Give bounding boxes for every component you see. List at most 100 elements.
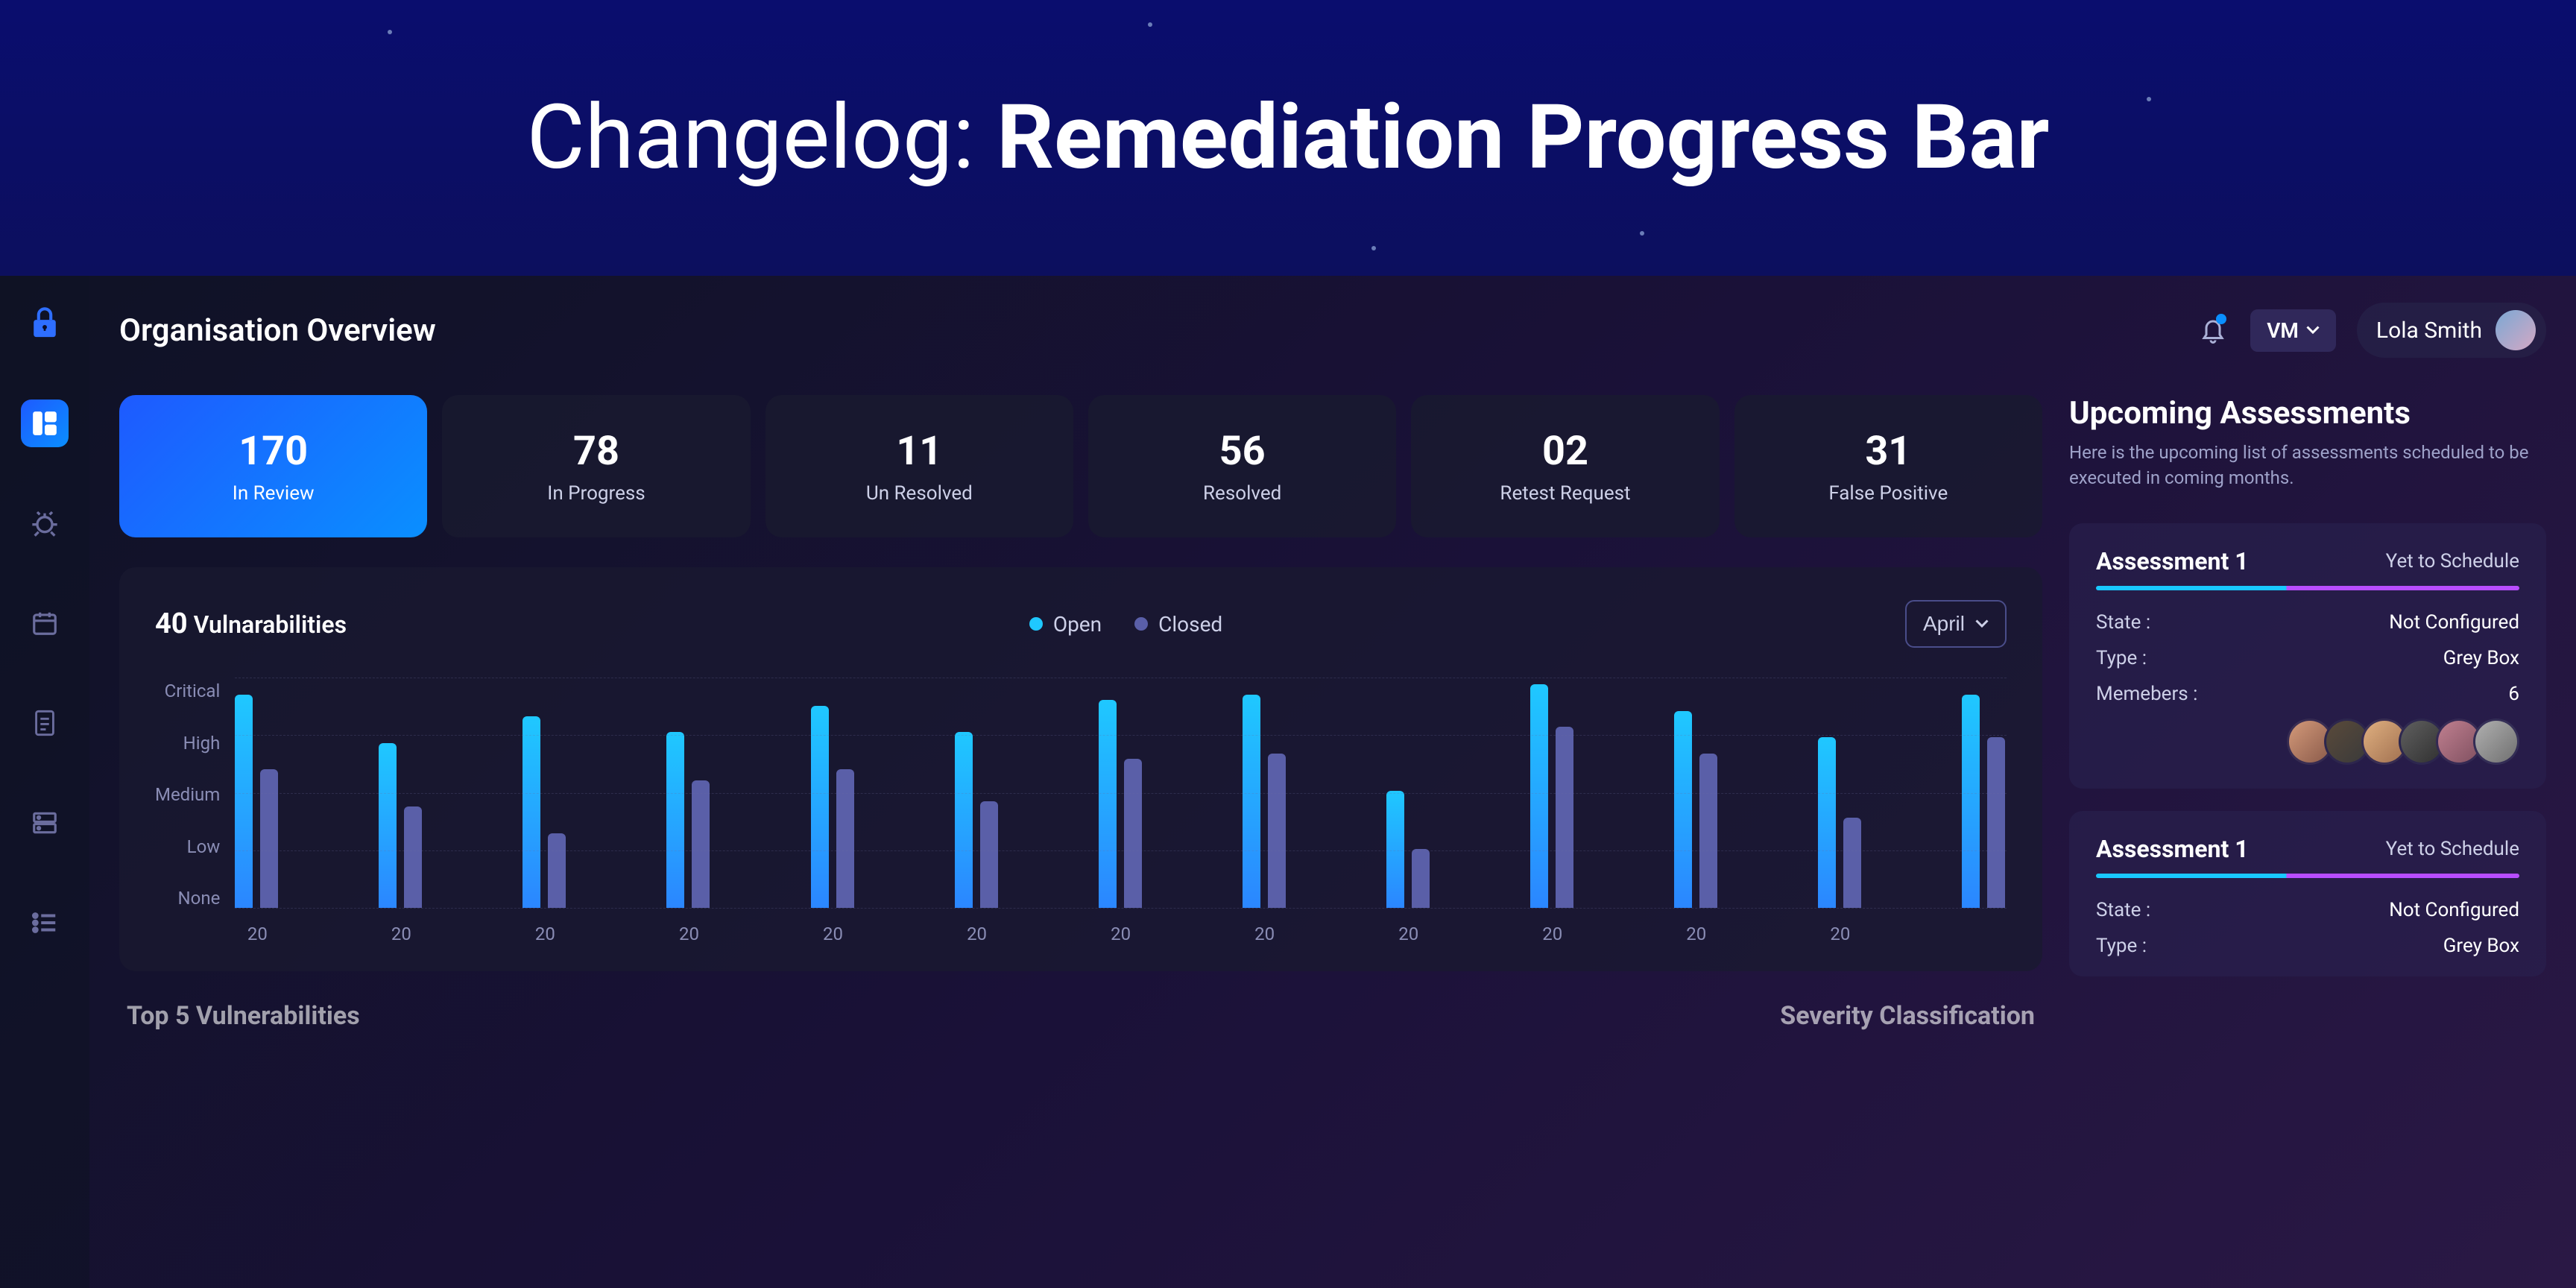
x-label: 20 [811,924,856,944]
chart-x-axis: 202020202020202020202020 [235,924,2007,944]
avatar [2496,310,2536,350]
assessment-status: Yet to Schedule [2386,838,2519,860]
bar-group [235,695,280,908]
bottom-section-titles: Top 5 Vulnerabilities Severity Classific… [119,1001,2042,1031]
bar-group [1099,700,1143,908]
type-value: Grey Box [2443,647,2519,669]
members-label: Memebers : [2096,683,2197,705]
server-icon[interactable] [21,799,69,847]
topbar: Organisation Overview VM Lola Smith [119,303,2546,358]
user-menu[interactable]: Lola Smith [2357,303,2546,358]
bar-group [1674,711,1719,908]
sidebar [0,276,89,1288]
assessment-name: Assessment 1 [2096,547,2249,575]
stat-card[interactable]: 31False Positive [1734,395,2042,537]
chart-legend: Open Closed [1029,612,1222,637]
x-label: 20 [1674,924,1719,944]
state-label: State : [2096,899,2150,921]
stat-card[interactable]: 170 In Review [119,395,427,537]
vm-selector[interactable]: VM [2250,309,2336,352]
bar-open [1243,695,1260,908]
bar-open [379,743,397,908]
chart-y-axis: CriticalHighMediumLowNone [155,678,220,909]
bar-open [1386,791,1404,908]
type-label: Type : [2096,935,2147,957]
stat-value: 02 [1418,428,1711,475]
stat-value: 31 [1742,428,2035,475]
chart-bars [235,678,2007,909]
bell-icon[interactable] [2197,314,2229,347]
severity-title: Severity Classification [1780,1001,2035,1031]
main-content: Organisation Overview VM Lola Smith 170 I… [89,276,2576,1288]
bar-open [955,732,973,908]
bar-closed [1987,737,2005,908]
members-value: 6 [2508,683,2519,705]
assessment-progress-bar [2096,586,2519,590]
bug-icon[interactable] [21,499,69,547]
bar-open [1099,700,1117,908]
x-label: 20 [1099,924,1143,944]
x-label: 20 [1530,924,1575,944]
bar-group [666,732,711,908]
x-label: 20 [379,924,423,944]
chevron-down-icon [2306,326,2320,335]
bar-group [523,716,567,908]
calendar-icon[interactable] [21,599,69,647]
upcoming-subtitle: Here is the upcoming list of assessments… [2069,441,2546,490]
stat-card[interactable]: 78 In Progress [442,395,750,537]
bar-group [379,743,423,908]
bar-open [1674,711,1692,908]
stat-card[interactable]: 11 Un Resolved [765,395,1073,537]
chevron-down-icon [1975,619,1989,628]
bar-group [811,706,856,908]
dashboard-icon[interactable] [21,400,69,447]
x-label: 20 [1243,924,1287,944]
state-value: Not Configured [2389,899,2519,921]
assessment-card[interactable]: Assessment 1 Yet to Schedule State :Not … [2069,811,2546,976]
lock-icon[interactable] [21,300,69,347]
stat-label: In Progress [449,482,742,505]
vulnerabilities-chart-card: 40Vulnarabilities Open Closed [119,567,2042,971]
stat-value: 170 [127,428,420,475]
bar-group [1962,695,2007,908]
stat-label: Un Resolved [773,482,1066,505]
x-label: 20 [1818,924,1863,944]
bar-closed [1412,849,1430,908]
document-icon[interactable] [21,699,69,747]
bar-closed [1268,754,1286,908]
stat-value: 78 [449,428,742,475]
list-icon[interactable] [21,899,69,947]
assessment-card[interactable]: Assessment 1 Yet to Schedule State :Not … [2069,523,2546,789]
stat-value: 11 [773,428,1066,475]
stat-value: 56 [1096,428,1389,475]
stat-label: Resolved [1096,482,1389,505]
bar-closed [1556,727,1573,908]
bar-closed [1699,754,1717,908]
upcoming-title: Upcoming Assessments [2069,395,2546,432]
bar-open [1818,737,1836,908]
stat-label: In Review [127,482,420,505]
bar-closed [404,806,422,908]
state-value: Not Configured [2389,611,2519,634]
bar-open [235,695,253,908]
bar-closed [260,769,278,908]
hero-banner: Changelog: Remediation Progress Bar [0,0,2576,276]
chart-title: 40Vulnarabilities [155,607,347,640]
state-label: State : [2096,611,2150,634]
x-label: 20 [1386,924,1431,944]
x-label: 20 [955,924,1000,944]
stat-card[interactable]: 56 Resolved [1088,395,1396,537]
bar-closed [1843,818,1861,908]
x-label: 20 [666,924,711,944]
bar-open [523,716,540,908]
bar-group [1386,791,1431,908]
bar-group [955,732,1000,908]
bar-closed [548,833,566,908]
month-selector[interactable]: April [1905,600,2007,648]
stat-cards: 170 In Review 78 In Progress 11 Un Resolved 56… [119,395,2042,537]
bar-closed [980,801,998,908]
bar-open [1530,684,1548,908]
x-label: 20 [235,924,280,944]
bar-closed [836,769,854,908]
stat-card[interactable]: 02Retest Request [1411,395,1719,537]
